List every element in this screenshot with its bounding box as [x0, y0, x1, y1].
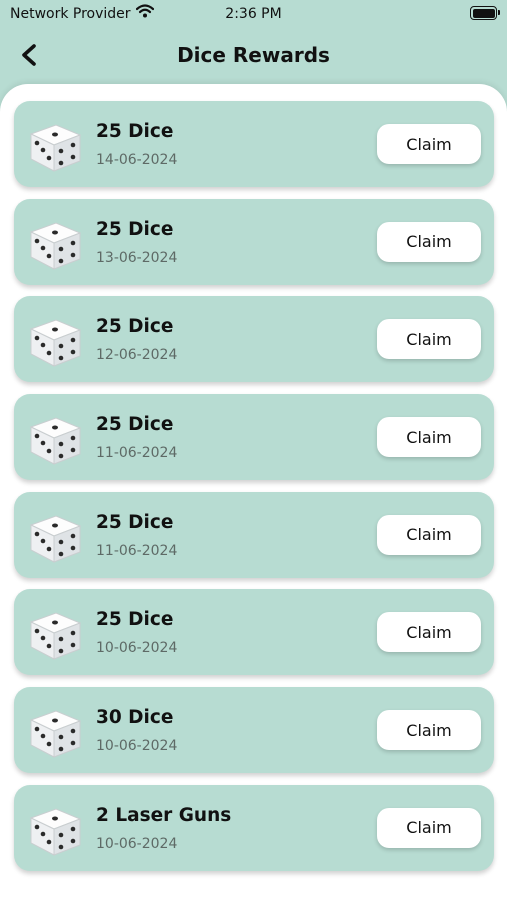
claim-button[interactable]: Claim	[377, 319, 481, 360]
claim-button[interactable]: Claim	[377, 710, 481, 751]
rewards-panel: 25 Dice 14-06-2024 Claim 25 Dice 13-06-2…	[0, 84, 507, 924]
reward-name: 30 Dice	[96, 707, 174, 729]
reward-date: 10-06-2024	[96, 640, 178, 657]
dice-icon	[29, 222, 82, 270]
dice-icon	[29, 124, 82, 172]
reward-date: 11-06-2024	[96, 445, 178, 462]
reward-name: 25 Dice	[96, 121, 174, 142]
claim-button[interactable]: Claim	[377, 807, 481, 848]
reward-card: 2 Laser Guns 10-06-2024 Claim	[14, 784, 494, 871]
claim-button[interactable]: Claim	[377, 417, 481, 458]
reward-name: 25 Dice	[96, 414, 174, 436]
reward-date: 12-06-2024	[96, 347, 178, 364]
dice-icon	[29, 808, 82, 856]
reward-name: 25 Dice	[96, 609, 174, 631]
page-title: Dice Rewards	[177, 43, 330, 67]
reward-date: 13-06-2024	[96, 249, 178, 266]
reward-card: 25 Dice 14-06-2024 Claim	[14, 101, 494, 187]
reward-date: 11-06-2024	[96, 542, 178, 559]
dice-icon	[29, 515, 82, 563]
claim-button[interactable]: Claim	[377, 124, 481, 164]
clock: 2:36 PM	[225, 6, 282, 22]
reward-date: 10-06-2024	[96, 738, 178, 755]
reward-card: 25 Dice 11-06-2024 Claim	[14, 394, 494, 481]
dice-icon	[29, 612, 82, 661]
reward-name: 2 Laser Guns	[96, 804, 232, 826]
dice-icon	[29, 319, 82, 368]
reward-name: 25 Dice	[96, 511, 174, 533]
battery-icon	[470, 6, 500, 20]
reward-card: 25 Dice 12-06-2024 Claim	[14, 296, 494, 383]
reward-card: 30 Dice 10-06-2024 Claim	[14, 687, 494, 774]
claim-button[interactable]: Claim	[377, 612, 481, 653]
nav-header: Dice Rewards	[0, 30, 507, 82]
claim-button[interactable]: Claim	[377, 221, 481, 262]
status-bar: Network Provider 2:36 PM	[0, 0, 507, 30]
reward-name: 25 Dice	[96, 316, 174, 338]
dice-icon	[29, 417, 82, 465]
reward-name: 25 Dice	[96, 218, 174, 240]
reward-card: 25 Dice 11-06-2024 Claim	[14, 491, 494, 578]
claim-button[interactable]: Claim	[377, 514, 481, 555]
reward-card: 25 Dice 10-06-2024 Claim	[14, 589, 494, 676]
reward-date: 10-06-2024	[96, 835, 178, 852]
dice-icon	[29, 710, 82, 758]
rewards-list: 25 Dice 14-06-2024 Claim 25 Dice 13-06-2…	[14, 101, 494, 883]
reward-date: 14-06-2024	[96, 152, 178, 168]
reward-card: 25 Dice 13-06-2024 Claim	[14, 198, 494, 285]
